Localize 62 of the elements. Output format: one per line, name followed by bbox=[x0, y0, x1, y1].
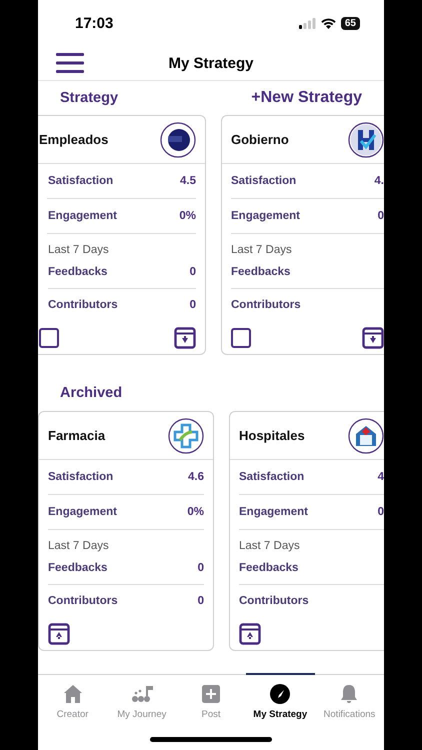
archive-icon[interactable] bbox=[174, 326, 196, 348]
home-icon bbox=[62, 683, 84, 705]
metric-label: Feedbacks bbox=[239, 562, 298, 574]
section-title: Archived bbox=[60, 385, 122, 401]
metric-value: 0 bbox=[378, 506, 384, 518]
metric-value: 0 bbox=[198, 595, 204, 607]
metric-label: Engagement bbox=[48, 210, 118, 222]
metric-label: Contributors bbox=[48, 595, 118, 607]
new-strategy-link[interactable]: +New Strategy bbox=[251, 89, 362, 107]
post-icon bbox=[200, 683, 222, 705]
metric-value: 0 bbox=[190, 299, 196, 311]
period-label: Last 7 Days bbox=[239, 539, 301, 552]
metric-value: 4. bbox=[374, 175, 384, 187]
unarchive-icon[interactable] bbox=[48, 622, 70, 644]
checkbox[interactable] bbox=[231, 328, 251, 348]
section-title: Strategy bbox=[60, 90, 118, 106]
metric-label: Feedbacks bbox=[231, 266, 290, 278]
strategy-card[interactable]: Hospitales Satisfaction 4 Engagement 0 Last 7 Days Feedbacks Contributors bbox=[229, 411, 384, 651]
metric-value: 0 bbox=[190, 266, 196, 278]
metric-label: Contributors bbox=[48, 299, 118, 311]
card-title: Hospitales bbox=[239, 428, 305, 443]
status-time: 17:03 bbox=[75, 14, 114, 32]
metric-label: Contributors bbox=[231, 299, 301, 311]
compass-icon bbox=[269, 683, 292, 705]
metric-value: 0% bbox=[187, 506, 204, 518]
checkbox[interactable] bbox=[39, 328, 59, 348]
metric-value: 0 bbox=[378, 210, 384, 222]
battery-level: 65 bbox=[340, 16, 360, 30]
period-label: Last 7 Days bbox=[231, 243, 293, 256]
tab-bar-item[interactable]: My Strategy bbox=[246, 673, 315, 725]
metric-label: Satisfaction bbox=[48, 175, 114, 187]
metric-value: 0% bbox=[179, 210, 196, 222]
period-label: Last 7 Days bbox=[48, 243, 110, 256]
metric-label: Feedbacks bbox=[48, 266, 108, 278]
metric-label: Satisfaction bbox=[231, 175, 296, 187]
strategy-card[interactable]: Empleados Satisfaction 4.5 Engagement 0% Last 7 Days Feedbacks 0 Contributors 0 bbox=[38, 115, 206, 355]
card-title: Empleados bbox=[39, 132, 108, 147]
metric-value: 4 bbox=[378, 471, 384, 483]
archive-icon[interactable] bbox=[362, 326, 384, 348]
period-label: Last 7 Days bbox=[48, 539, 110, 552]
metric-value: 4.6 bbox=[188, 471, 204, 483]
card-title: Farmacia bbox=[48, 428, 106, 443]
metric-label: Engagement bbox=[48, 506, 118, 518]
metric-label: Feedbacks bbox=[48, 562, 108, 574]
metric-label: Satisfaction bbox=[48, 471, 114, 483]
metric-label: Engagement bbox=[231, 210, 300, 222]
logo-icon bbox=[168, 418, 204, 454]
logo-icon bbox=[160, 122, 196, 158]
metric-value: 0 bbox=[198, 562, 204, 574]
card-title: Gobierno bbox=[231, 132, 289, 147]
metric-label: Engagement bbox=[239, 506, 308, 518]
page-title: My Strategy bbox=[168, 54, 254, 72]
metric-label: Contributors bbox=[239, 595, 309, 607]
metric-value: 4.5 bbox=[180, 175, 196, 187]
menu-icon[interactable] bbox=[56, 53, 84, 73]
unarchive-icon[interactable] bbox=[239, 622, 261, 644]
wifi-icon bbox=[320, 18, 336, 28]
journey-icon bbox=[130, 683, 153, 705]
strategy-card[interactable]: Gobierno Satisfaction 4. Engagement 0 Last 7 Days Feedbacks Contributors bbox=[221, 115, 384, 355]
strategy-card[interactable]: Farmacia Satisfaction 4.6 Engagement 0% Last 7 Days Feedbacks 0 Contributors 0 bbox=[38, 411, 214, 651]
signal-icon bbox=[298, 18, 316, 28]
metric-label: Satisfaction bbox=[239, 471, 304, 483]
